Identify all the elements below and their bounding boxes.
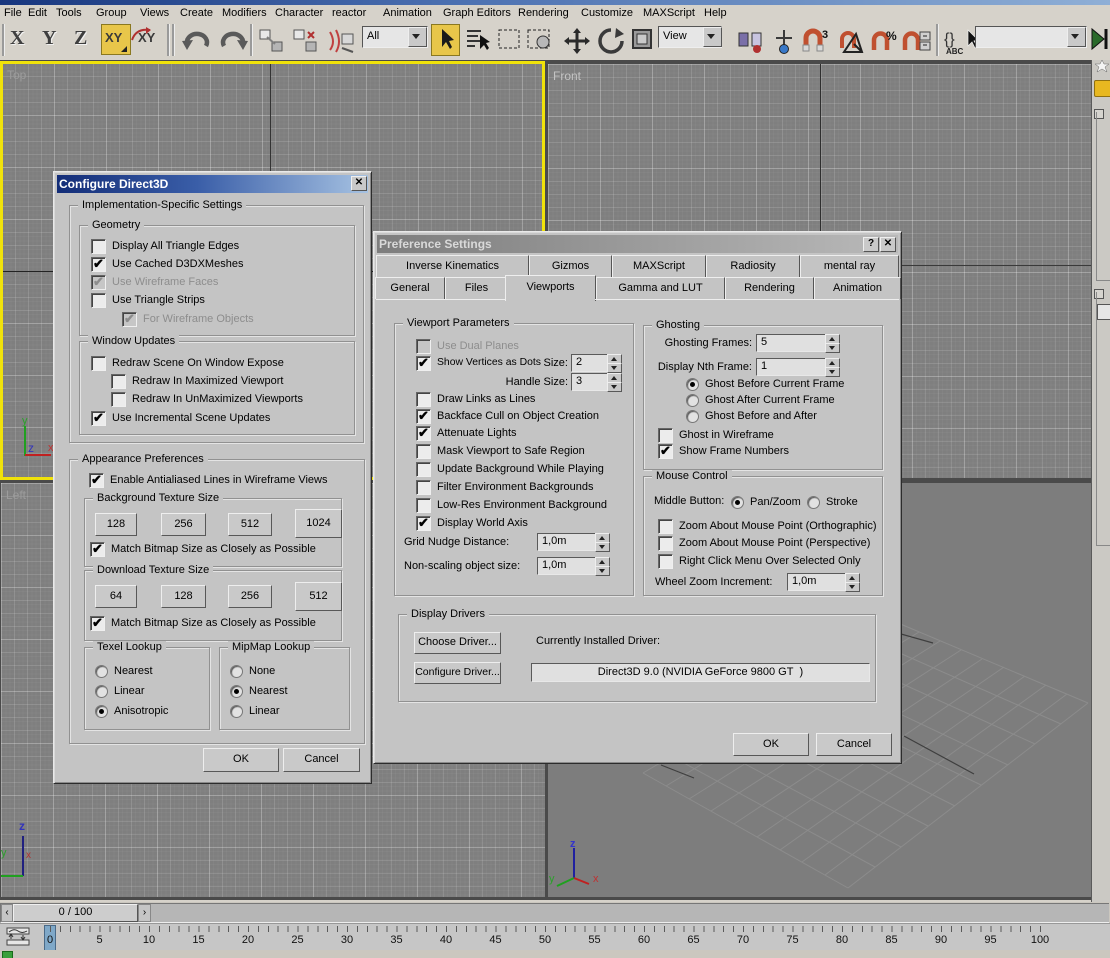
svg-text:3: 3 bbox=[822, 29, 828, 41]
svg-text:z: z bbox=[28, 441, 34, 455]
svg-text:ABC: ABC bbox=[946, 47, 964, 56]
svg-text:y: y bbox=[22, 415, 28, 427]
svg-text:z: z bbox=[570, 838, 576, 850]
svg-text:%: % bbox=[886, 29, 897, 43]
svg-text:z: z bbox=[19, 819, 25, 833]
svg-text:{}: {} bbox=[944, 31, 955, 48]
svg-text:x: x bbox=[593, 873, 599, 885]
svg-text:y: y bbox=[549, 873, 555, 885]
svg-text:x: x bbox=[26, 850, 31, 861]
svg-text:y: y bbox=[1, 847, 7, 859]
